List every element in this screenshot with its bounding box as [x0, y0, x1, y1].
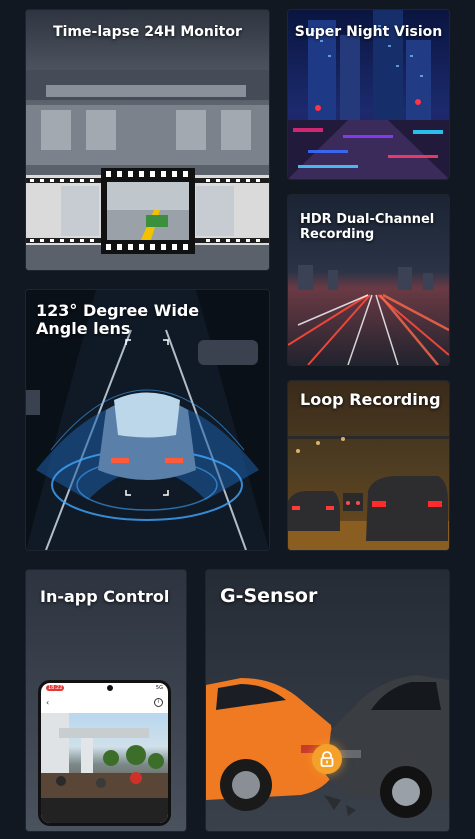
phone-mockup: 18:22 5G ‹ i — [38, 680, 171, 826]
card-timelapse: Time-lapse 24H Monitor — [26, 10, 269, 270]
app-controls-area — [41, 798, 168, 823]
card-wide-angle: 123° Degree Wide Angle lens — [26, 290, 269, 550]
card-night-vision: Super Night Vision — [288, 10, 449, 179]
phone-signal: 5G — [155, 685, 163, 691]
phone-time: 18:22 — [46, 685, 65, 691]
parking-garage-scene — [26, 10, 269, 270]
app-video-preview[interactable] — [41, 713, 168, 798]
card-loop: Loop Recording — [288, 381, 449, 550]
card-gsensor: G-Sensor — [206, 570, 449, 831]
phone-screen: 18:22 5G ‹ i — [41, 683, 168, 823]
in-app-title: In-app Control — [40, 587, 170, 606]
chevron-left-icon[interactable]: ‹ — [46, 698, 49, 707]
timelapse-title: Time-lapse 24H Monitor — [53, 24, 242, 40]
app-header: ‹ i — [41, 695, 168, 709]
card-in-app: In-app Control 18:22 5G ‹ i — [26, 570, 186, 831]
lock-icon — [312, 744, 342, 774]
phone-camera-icon — [107, 685, 114, 691]
hdr-title: HDR Dual-Channel Recording — [300, 212, 435, 242]
gsensor-title: G-Sensor — [220, 585, 318, 607]
night-vision-title: Super Night Vision — [294, 24, 443, 40]
info-icon[interactable]: i — [154, 697, 163, 707]
card-hdr: HDR Dual-Channel Recording — [288, 195, 449, 365]
phone-status-bar: 18:22 5G — [41, 683, 168, 693]
collision-scene — [206, 570, 449, 831]
loop-title: Loop Recording — [300, 390, 441, 409]
wide-angle-title: 123° Degree Wide Angle lens — [36, 301, 200, 339]
